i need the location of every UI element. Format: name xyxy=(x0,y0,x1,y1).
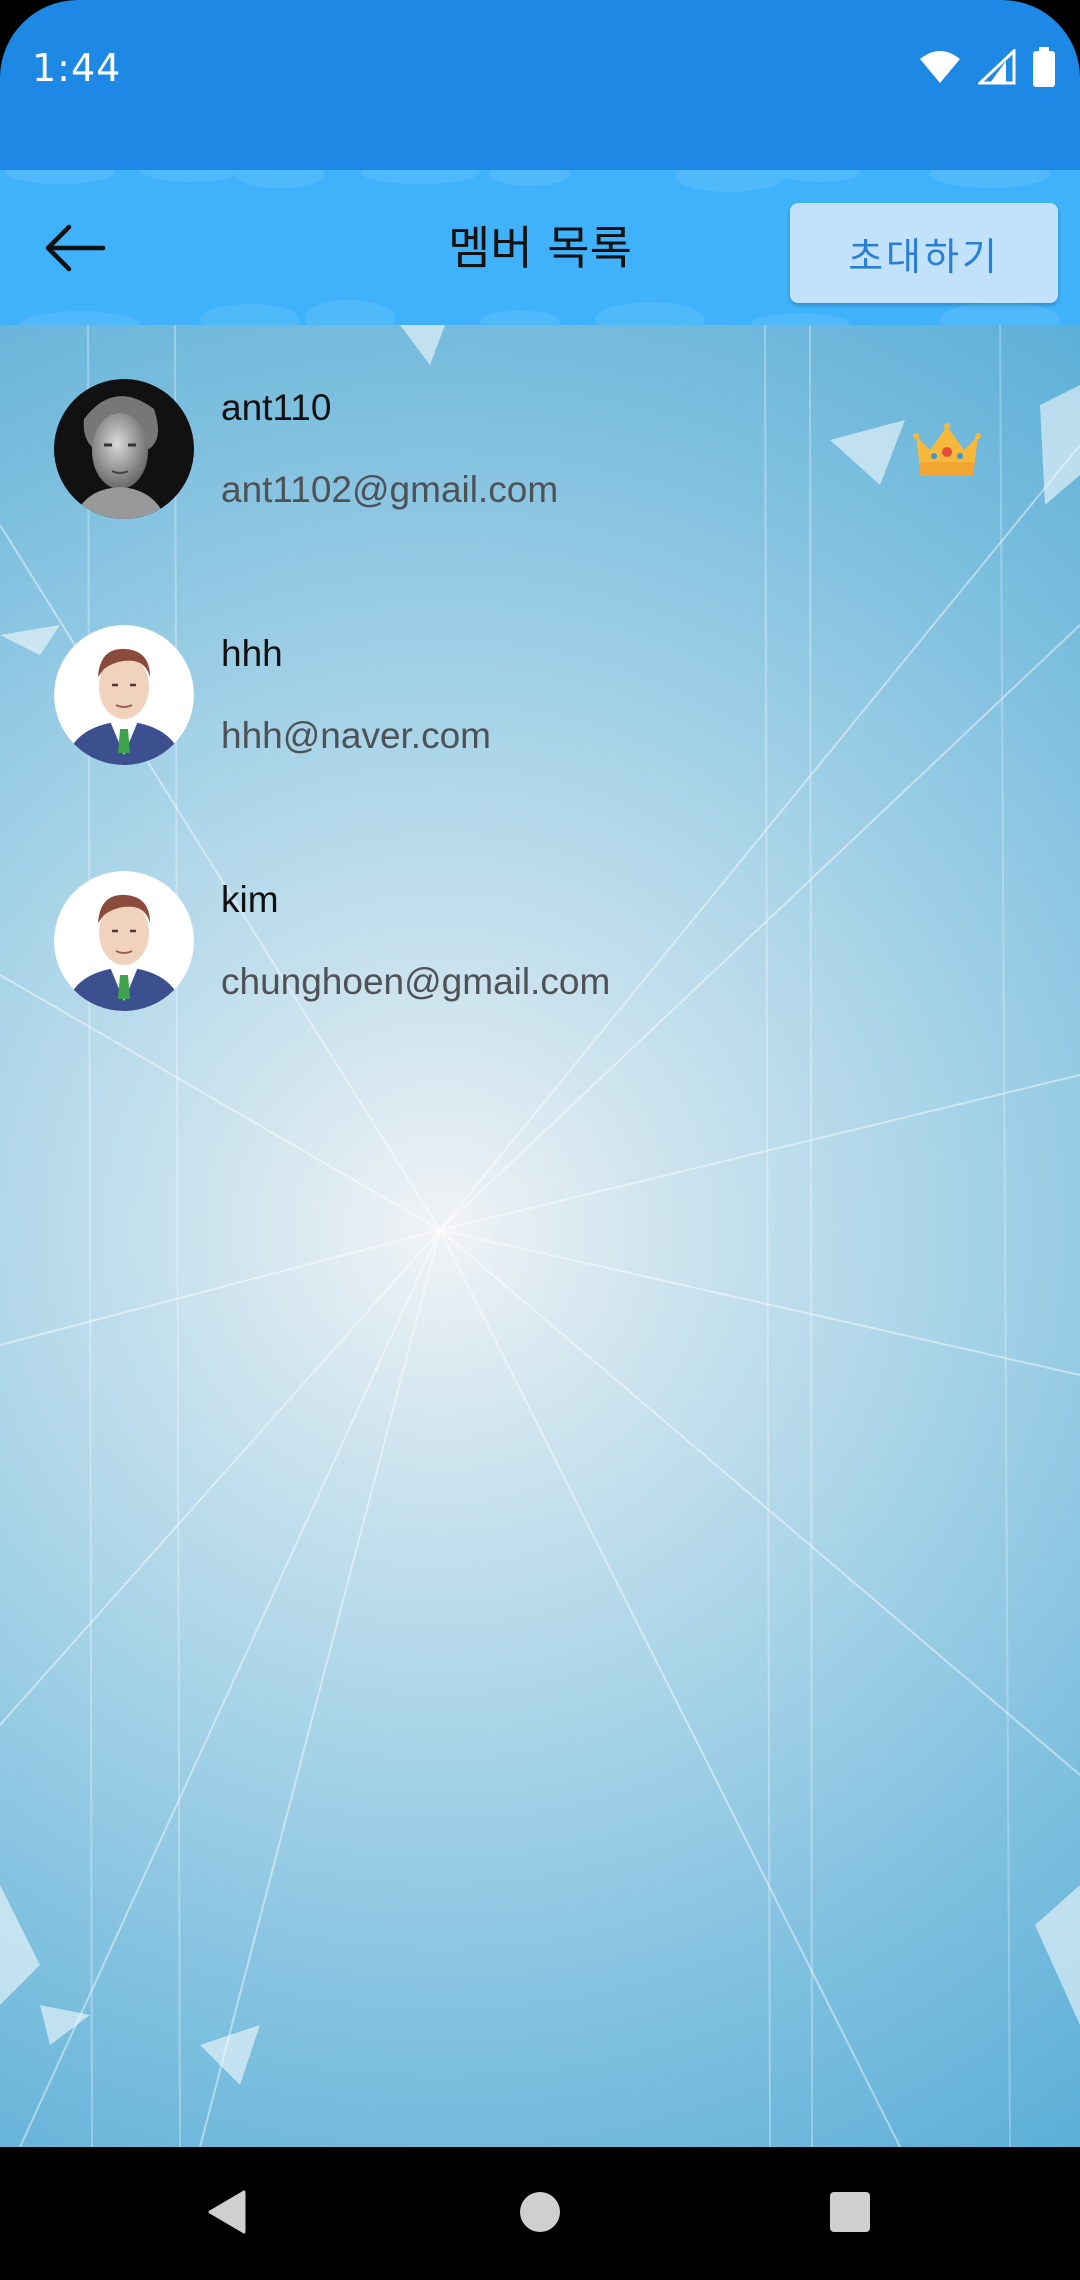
businessman-avatar-icon xyxy=(54,871,194,1011)
member-email: ant1102@gmail.com xyxy=(221,469,559,510)
member-email: hhh@naver.com xyxy=(221,715,491,756)
status-icons xyxy=(918,42,1056,92)
home-circle-icon xyxy=(520,2192,560,2232)
member-email: chunghoen@gmail.com xyxy=(221,961,611,1002)
crown-icon xyxy=(913,423,981,476)
member-item[interactable]: kim chunghoen@gmail.com xyxy=(0,817,1080,1063)
member-item[interactable]: ant110 ant1102@gmail.com xyxy=(0,325,1080,571)
avatar xyxy=(54,625,194,765)
member-name: hhh xyxy=(221,633,283,674)
app-bar: 멤버 목록 초대하기 xyxy=(0,170,1080,325)
back-triangle-icon xyxy=(208,2190,246,2234)
navigation-bar xyxy=(0,2147,1080,2280)
avatar xyxy=(54,871,194,1011)
nav-home-button[interactable] xyxy=(500,2177,580,2247)
member-list: ant110 ant1102@gmail.com hhh hhh@naver.c… xyxy=(0,325,1080,1063)
wifi-icon xyxy=(920,51,960,83)
invite-button[interactable]: 초대하기 xyxy=(790,203,1058,303)
member-name: ant110 xyxy=(221,387,332,428)
arrow-left-icon xyxy=(45,224,106,272)
portrait-photo xyxy=(54,379,194,519)
member-list-screen: ant110 ant1102@gmail.com hhh hhh@naver.c… xyxy=(0,325,1080,2147)
cellular-signal-icon xyxy=(978,49,1016,85)
avatar xyxy=(54,379,194,519)
status-time: 1:44 xyxy=(32,46,122,90)
status-bar: 1:44 xyxy=(0,0,1080,170)
recents-square-icon xyxy=(830,2192,870,2232)
phone-screen: 1:44 멤버 목록 초대하기 ant110 ant1102@gmail.com… xyxy=(0,0,1080,2280)
back-button[interactable] xyxy=(30,208,120,288)
nav-recents-button[interactable] xyxy=(810,2177,890,2247)
member-name: kim xyxy=(221,879,279,920)
member-item[interactable]: hhh hhh@naver.com xyxy=(0,571,1080,817)
businessman-avatar-icon xyxy=(54,625,194,765)
nav-back-button[interactable] xyxy=(186,2177,266,2247)
battery-icon xyxy=(1033,47,1055,87)
